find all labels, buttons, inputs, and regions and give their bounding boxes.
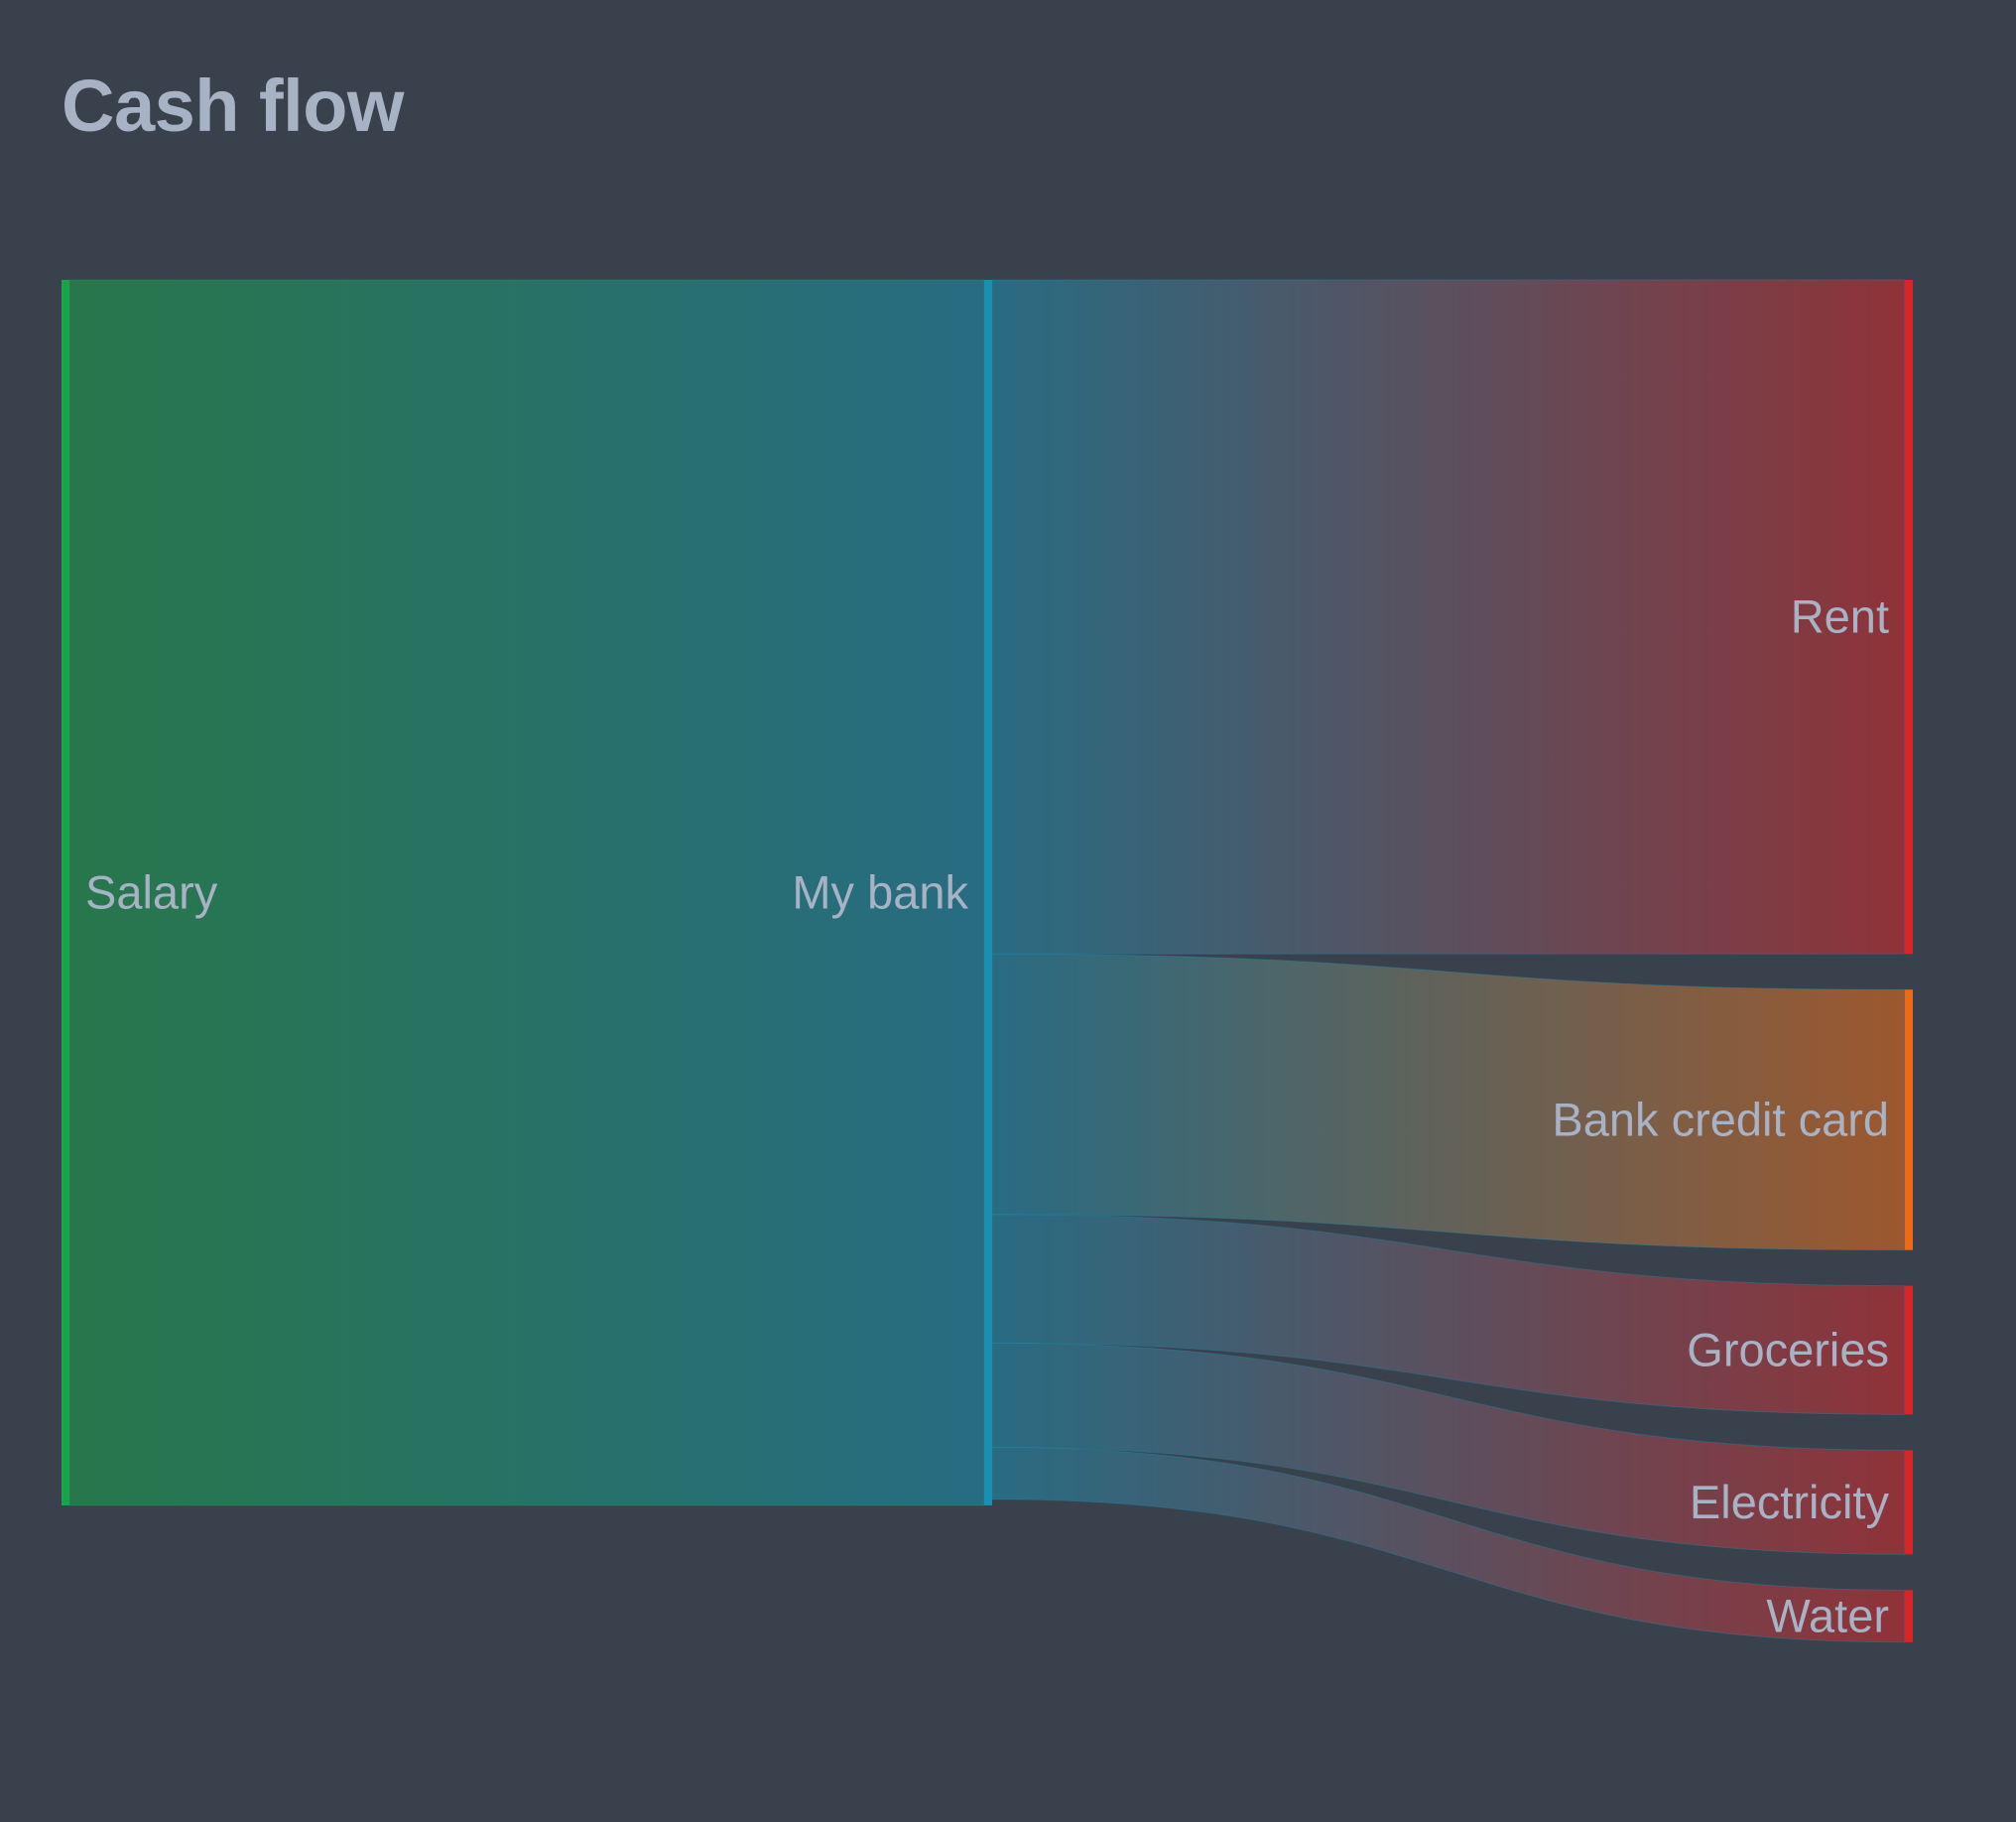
- node-label-water: Water: [1766, 1590, 1889, 1642]
- node-my-bank[interactable]: [984, 280, 992, 1505]
- cash-flow-page: Cash flow Salary My bank Rent Bank credit c…: [0, 0, 2016, 1822]
- node-label-groceries: Groceries: [1687, 1324, 1889, 1376]
- node-label-my-bank: My bank: [792, 866, 968, 919]
- node-label-rent: Rent: [1791, 590, 1889, 643]
- node-electricity[interactable]: [1905, 1450, 1913, 1555]
- node-label-bank-credit-card: Bank credit card: [1552, 1093, 1889, 1145]
- link-bank-to-rent[interactable]: [991, 279, 1906, 955]
- node-water[interactable]: [1905, 1590, 1913, 1642]
- node-salary[interactable]: [62, 280, 69, 1505]
- node-bank-credit-card[interactable]: [1905, 989, 1913, 1250]
- sankey-chart: Salary My bank Rent Bank credit card Groceri…: [62, 279, 1913, 1643]
- node-rent[interactable]: [1905, 280, 1913, 955]
- node-label-electricity: Electricity: [1690, 1476, 1890, 1528]
- node-groceries[interactable]: [1905, 1285, 1913, 1415]
- node-label-salary: Salary: [85, 866, 218, 919]
